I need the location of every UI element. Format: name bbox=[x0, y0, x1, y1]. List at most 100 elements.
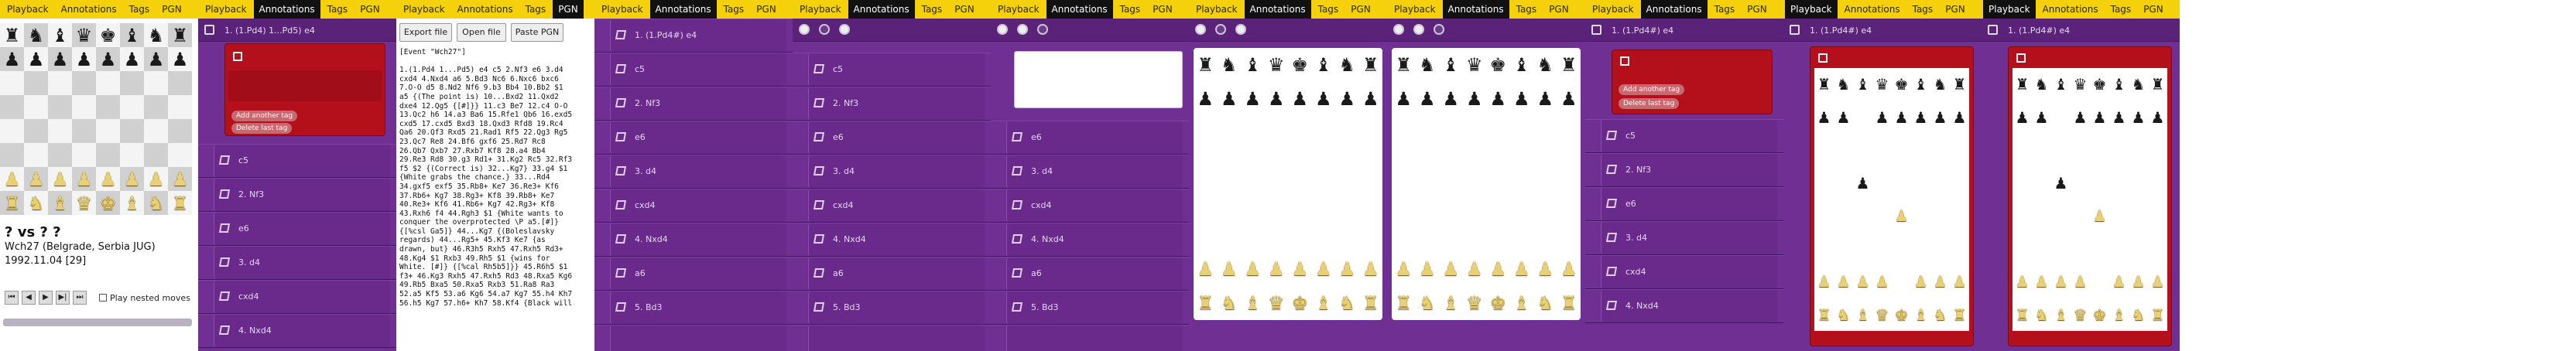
chess-piece[interactable]: ♟ bbox=[1244, 90, 1261, 108]
move-row[interactable]: a6 bbox=[594, 257, 793, 291]
board-square[interactable]: ♜ bbox=[1557, 286, 1581, 320]
board-square[interactable] bbox=[2109, 199, 2129, 233]
chess-piece[interactable]: ♝ bbox=[124, 26, 141, 45]
edit-icon[interactable] bbox=[218, 155, 231, 165]
board-square[interactable] bbox=[1288, 218, 1312, 252]
chess-piece[interactable]: ♟ bbox=[1466, 260, 1483, 278]
board-square[interactable]: ♞ bbox=[1834, 68, 1853, 101]
board-square[interactable] bbox=[1872, 134, 1892, 167]
board-square[interactable] bbox=[168, 119, 192, 143]
move-row[interactable]: 3. d4 bbox=[594, 155, 793, 189]
board-square[interactable]: ♝ bbox=[1510, 48, 1534, 82]
chess-piece[interactable]: ♞ bbox=[28, 26, 45, 45]
tab-playback[interactable]: Playback bbox=[2, 0, 54, 19]
board-square[interactable]: ♟ bbox=[1814, 101, 1834, 135]
board-square[interactable]: ♞ bbox=[2129, 298, 2148, 332]
chess-piece[interactable]: ♟ bbox=[1315, 90, 1332, 108]
chess-piece[interactable]: ♟ bbox=[4, 170, 21, 189]
chess-piece[interactable]: ♟ bbox=[1536, 260, 1553, 278]
chess-piece[interactable]: ♟ bbox=[172, 170, 189, 189]
board-square[interactable] bbox=[1950, 199, 1969, 233]
board-square[interactable]: ♜ bbox=[1557, 48, 1581, 82]
board-square[interactable]: ♟ bbox=[2109, 101, 2129, 135]
chess-piece[interactable]: ♟ bbox=[1442, 90, 1459, 108]
move-row[interactable]: c5 bbox=[793, 53, 991, 87]
board-square[interactable] bbox=[1288, 184, 1312, 218]
edit-icon[interactable] bbox=[1011, 166, 1023, 176]
tab-playback[interactable]: Playback bbox=[1983, 0, 2036, 19]
board-square[interactable]: ♞ bbox=[1335, 48, 1359, 82]
chess-piece[interactable]: ♚ bbox=[1291, 56, 1308, 74]
board-square[interactable]: ♟ bbox=[1950, 101, 1969, 135]
board-square[interactable]: ♟ bbox=[1288, 252, 1312, 286]
board-square[interactable] bbox=[1950, 167, 1969, 200]
board-square[interactable]: ♜ bbox=[1194, 286, 1218, 320]
move-row[interactable]: c5 bbox=[198, 144, 396, 178]
board-square[interactable] bbox=[1814, 199, 1834, 233]
board-square[interactable] bbox=[144, 71, 168, 95]
board-square[interactable] bbox=[24, 95, 48, 119]
board-square[interactable] bbox=[168, 143, 192, 167]
board-square[interactable]: ♟ bbox=[1218, 252, 1242, 286]
edit-icon[interactable] bbox=[1605, 131, 1618, 140]
board-square[interactable] bbox=[2071, 199, 2090, 233]
edit-icon[interactable] bbox=[1011, 200, 1023, 210]
board-square[interactable]: ♟ bbox=[1834, 101, 1853, 135]
chess-piece[interactable]: ♜ bbox=[172, 26, 189, 45]
board-square[interactable]: ♞ bbox=[1834, 298, 1853, 332]
chess-piece[interactable]: ♜ bbox=[2151, 307, 2165, 322]
board-square[interactable]: ♚ bbox=[96, 23, 120, 47]
edit-icon[interactable] bbox=[1605, 199, 1618, 208]
board-square[interactable]: ♚ bbox=[1892, 298, 1911, 332]
board-square[interactable]: ♜ bbox=[1359, 48, 1383, 82]
chess-piece[interactable]: ♞ bbox=[1221, 294, 1238, 312]
board-square[interactable] bbox=[1892, 233, 1911, 266]
board-square[interactable]: ♟ bbox=[1510, 252, 1534, 286]
board-square[interactable] bbox=[1265, 184, 1289, 218]
edit-icon[interactable] bbox=[1605, 233, 1618, 242]
paste-pgn-button[interactable]: Paste PGN bbox=[511, 23, 564, 42]
board-square[interactable] bbox=[120, 143, 144, 167]
board-square[interactable] bbox=[2129, 167, 2148, 200]
board-square[interactable] bbox=[1834, 233, 1853, 266]
chess-piece[interactable]: ♝ bbox=[1442, 56, 1459, 74]
board-square[interactable] bbox=[2032, 233, 2051, 266]
board-square[interactable] bbox=[1194, 150, 1218, 184]
board-square[interactable]: ♛ bbox=[1872, 298, 1892, 332]
chess-piece[interactable]: ♜ bbox=[2016, 77, 2030, 92]
board-square[interactable] bbox=[1892, 167, 1911, 200]
chess-piece[interactable]: ♟ bbox=[1419, 260, 1436, 278]
board-square[interactable] bbox=[1950, 233, 1969, 266]
board-square[interactable] bbox=[1312, 218, 1336, 252]
board-square[interactable]: ♟ bbox=[1241, 82, 1265, 116]
board-square[interactable]: ♞ bbox=[2032, 298, 2051, 332]
board-square[interactable]: ♟ bbox=[96, 167, 120, 191]
board-square[interactable]: ♟ bbox=[168, 47, 192, 71]
board-square[interactable] bbox=[0, 119, 24, 143]
chess-piece[interactable]: ♟ bbox=[2112, 110, 2126, 125]
board-square[interactable] bbox=[1416, 218, 1440, 252]
board-square[interactable]: ♟ bbox=[2090, 199, 2109, 233]
board-square[interactable] bbox=[1265, 116, 1289, 150]
chess-piece[interactable]: ♜ bbox=[1817, 77, 1831, 92]
board-square[interactable] bbox=[1911, 233, 1930, 266]
board-square[interactable] bbox=[120, 119, 144, 143]
chess-piece[interactable]: ♞ bbox=[2035, 307, 2049, 322]
tab-tags[interactable]: Tags bbox=[1907, 0, 1939, 19]
chess-piece[interactable]: ♜ bbox=[1197, 56, 1214, 74]
board-square[interactable] bbox=[1218, 218, 1242, 252]
chess-piece[interactable]: ♝ bbox=[2054, 77, 2068, 92]
chess-piece[interactable]: ♟ bbox=[2035, 110, 2049, 125]
delete-tag-button[interactable]: Delete last tag bbox=[1619, 98, 1680, 109]
chess-piece[interactable]: ♞ bbox=[1837, 77, 1851, 92]
chess-piece[interactable]: ♟ bbox=[100, 50, 117, 69]
tab-pgn[interactable]: PGN bbox=[2138, 0, 2169, 19]
chess-piece[interactable]: ♟ bbox=[2132, 110, 2146, 125]
chess-piece[interactable]: ♜ bbox=[1953, 307, 1967, 322]
board-square[interactable] bbox=[1486, 116, 1510, 150]
board-square[interactable] bbox=[1439, 218, 1463, 252]
board-square[interactable]: ♟ bbox=[2090, 101, 2109, 135]
chess-piece[interactable]: ♚ bbox=[1895, 77, 1909, 92]
board-square[interactable]: ♟ bbox=[1416, 252, 1440, 286]
board-square[interactable]: ♟ bbox=[1872, 265, 1892, 298]
